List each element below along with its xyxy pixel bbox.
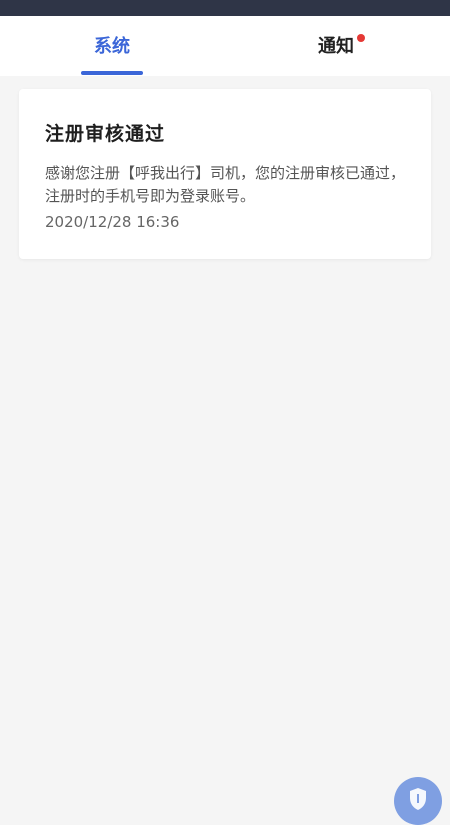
tab-system[interactable]: 系统: [42, 16, 182, 76]
shield-button[interactable]: [394, 777, 442, 825]
message-body: 感谢您注册【呼我出行】司机，您的注册审核已通过，注册时的手机号即为登录账号。: [45, 164, 406, 205]
tab-system-label: 系统: [94, 36, 130, 57]
tab-notice[interactable]: 通知: [266, 16, 406, 76]
shield-icon: [410, 788, 426, 810]
message-card[interactable]: 注册审核通过 感谢您注册【呼我出行】司机，您的注册审核已通过，注册时的手机号即为…: [19, 89, 431, 259]
unread-dot: [357, 34, 365, 42]
message-time: 2020/12/28 16:36: [45, 213, 180, 231]
active-tab-indicator: [81, 71, 143, 75]
tab-bar: 系统 通知: [0, 16, 450, 76]
tab-notice-label: 通知: [318, 36, 354, 57]
status-bar: [0, 0, 450, 16]
message-title: 注册审核通过: [45, 123, 166, 145]
